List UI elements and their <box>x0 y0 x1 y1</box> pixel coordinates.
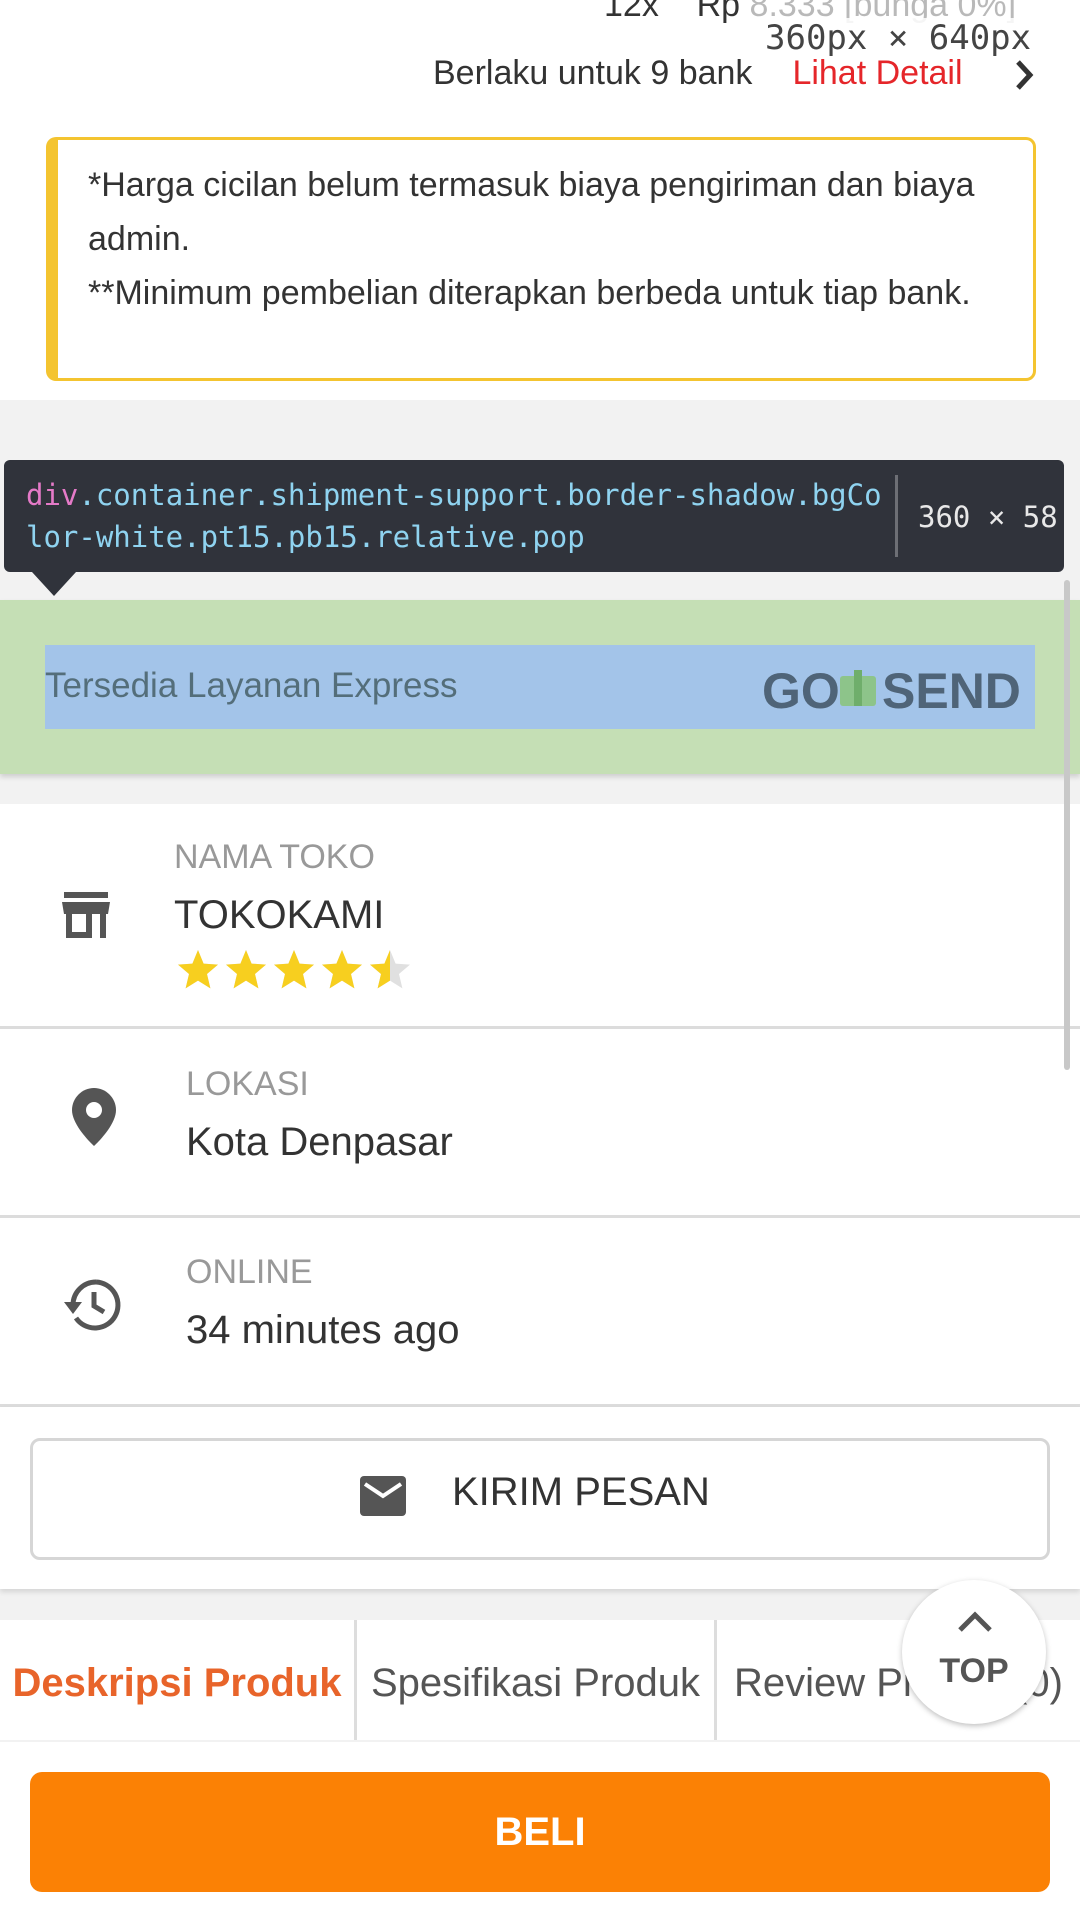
devtools-tag: div <box>26 478 79 512</box>
banks-count-text: Berlaku untuk 9 bank <box>433 54 753 92</box>
back-to-top-label: TOP <box>939 1652 1009 1690</box>
devtools-classes: .container.shipment-support.border-shado… <box>26 478 882 554</box>
notice-line-minimum: **Minimum pembelian diterapkan berbeda u… <box>88 274 971 312</box>
installment-currency: Rp <box>696 0 741 24</box>
location-pin-icon <box>72 1088 116 1146</box>
notice-line-shipping: *Harga cicilan belum termasuk biaya peng… <box>88 166 975 258</box>
store-name[interactable]: TOKOKAMI <box>174 893 384 938</box>
online-status-row <box>0 1218 1080 1404</box>
mail-icon <box>360 1476 406 1516</box>
store-info-row[interactable] <box>0 804 1080 1026</box>
lihat-detail-link[interactable]: Lihat Detail <box>792 54 962 92</box>
gosend-logo-send: SEND <box>882 663 1021 716</box>
star-icon <box>226 950 266 989</box>
devtools-dimensions: 360 × 58 <box>918 500 1058 534</box>
online-label: ONLINE <box>186 1253 313 1291</box>
location-label: LOKASI <box>186 1065 309 1103</box>
location-value: Kota Denpasar <box>186 1120 453 1164</box>
chevron-up-icon <box>958 1611 992 1632</box>
store-name-label: NAMA TOKO <box>174 838 375 876</box>
star-icon <box>370 950 410 989</box>
star-icon <box>322 950 362 989</box>
devtools-viewport-size: 360px × 640px <box>763 18 1034 58</box>
bank-row: Berlaku untuk 9 bank Lihat Detail <box>433 54 963 93</box>
express-service-label: Tersedia Layanan Express <box>45 666 458 705</box>
buy-button[interactable]: BELI <box>30 1772 1050 1892</box>
installment-tenor: 12x <box>604 0 659 24</box>
star-icon <box>274 950 314 989</box>
installment-notice: *Harga cicilan belum termasuk biaya peng… <box>46 137 1036 381</box>
devtools-divider <box>895 475 898 557</box>
devtools-tooltip-arrow <box>32 572 76 596</box>
gosend-logo-go: GO <box>762 663 840 716</box>
send-message-label: KIRIM PESAN <box>452 1470 710 1514</box>
scrollbar[interactable] <box>1064 580 1070 1070</box>
gosend-logo: GO SEND <box>762 663 1021 716</box>
devtools-selector: div.container.shipment-support.border-sh… <box>26 474 886 558</box>
star-icon <box>178 950 218 989</box>
location-row <box>0 1029 1080 1215</box>
chevron-right-icon[interactable] <box>1010 56 1038 94</box>
tab-description[interactable]: Deskripsi Produk <box>0 1620 357 1740</box>
store-icon <box>62 892 110 938</box>
tab-specification[interactable]: Spesifikasi Produk <box>357 1620 717 1740</box>
online-value: 34 minutes ago <box>186 1308 460 1352</box>
history-icon <box>64 1279 121 1331</box>
